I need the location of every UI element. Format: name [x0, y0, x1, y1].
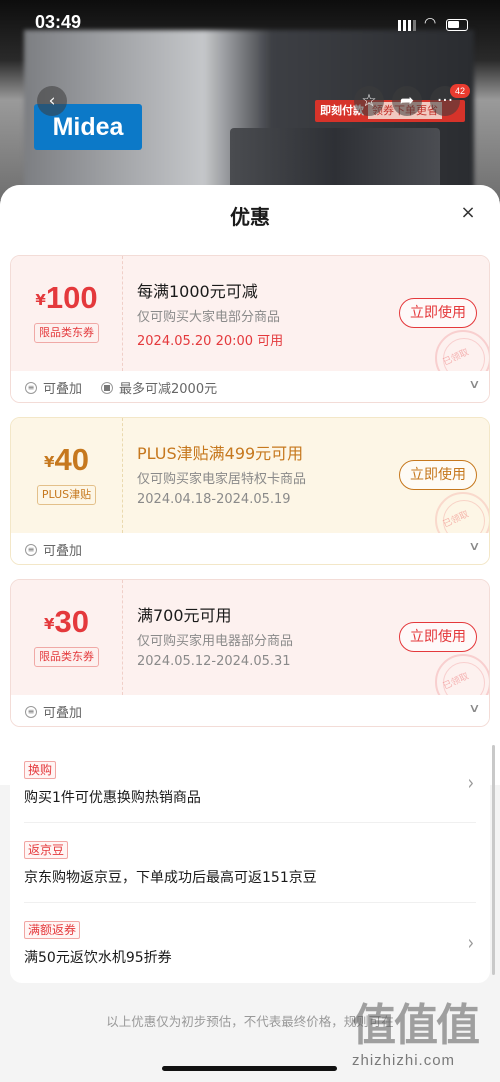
benefit-trade-in[interactable]: 换购 购买1件可优惠换购热销商品 › — [24, 743, 476, 823]
stack-icon: ≡ — [25, 381, 37, 394]
coupon-scope: 仅可购买大家电部分商品 — [137, 310, 281, 325]
feature-stackable: ≡ 可叠加 — [25, 540, 82, 559]
benefit-coupon-return[interactable]: 满额返券 满50元返饮水机95折券 › — [24, 903, 476, 983]
amount-value: 100 — [45, 280, 98, 315]
coupon-card: ¥40 PLUS津贴 PLUS津贴满499元可用 仅可购买家电家居特权卡商品 2… — [10, 417, 490, 565]
chevron-right-icon: › — [467, 770, 474, 795]
favorite-button[interactable]: ☆ — [354, 86, 384, 116]
feature-label: 可叠加 — [43, 544, 83, 559]
feature-label: 可叠加 — [43, 706, 83, 721]
coupon-body: ¥100 限品类东券 每满1000元可减 仅可购买大家电部分商品 2024.05… — [11, 256, 489, 386]
coupon-value: ¥30 限品类东券 — [11, 580, 123, 695]
chevron-right-icon: › — [467, 930, 474, 955]
chevron-down-icon[interactable]: ∨ — [468, 377, 480, 391]
benefit-text: 满50元返饮水机95折券 — [24, 950, 172, 966]
coupon-amount: ¥40 — [11, 442, 122, 478]
use-now-button[interactable]: 立即使用 — [399, 622, 477, 652]
discount-sheet: 优惠 × ¥100 限品类东券 每满1000元可减 仅可购买大家电部分商品 20… — [0, 185, 500, 1082]
stamp-text: 已领取 — [441, 509, 471, 531]
coupon-type-tag: 限品类东券 — [34, 323, 99, 343]
coupon-info: 每满1000元可减 仅可购买大家电部分商品 2024.05.20 20:00 可… — [137, 278, 387, 350]
coupon-condition: 满700元可用 — [137, 606, 232, 625]
amount-value: 40 — [54, 442, 89, 477]
watermark-url: zhizhizhi.com — [352, 1052, 456, 1069]
close-button[interactable]: × — [458, 203, 478, 223]
coupon-features[interactable]: ≡ 可叠加 ∨ — [11, 695, 489, 726]
coupon-features[interactable]: ≡ 可叠加 最多可减2000元 ∨ — [11, 371, 489, 402]
notification-badge: 42 — [450, 84, 470, 98]
benefit-tag: 满额返券 — [24, 921, 81, 939]
watermark-logo: 值值值 — [352, 1000, 480, 1051]
signal-icon — [398, 20, 416, 31]
coupon-card: ¥100 限品类东券 每满1000元可减 仅可购买大家电部分商品 2024.05… — [10, 255, 490, 403]
chevron-down-icon[interactable]: ∨ — [468, 539, 480, 553]
coupon-scope: 仅可购买家电家居特权卡商品 — [137, 472, 307, 487]
coupon-value: ¥100 限品类东券 — [11, 256, 123, 371]
benefit-jingdou: 返京豆 京东购物返京豆，下单成功后最高可返151京豆 — [24, 823, 476, 903]
coupon-info: PLUS津贴满499元可用 仅可购买家电家居特权卡商品 2024.04.18-2… — [137, 440, 387, 512]
use-now-button[interactable]: 立即使用 — [399, 298, 477, 328]
back-icon: ‹ — [48, 91, 56, 111]
status-time: 03:49 — [35, 12, 82, 32]
watermark: 值值值 zhizhizhi.com — [352, 1002, 492, 1078]
benefits-panel: 换购 购买1件可优惠换购热销商品 › 返京豆 京东购物返京豆，下单成功后最高可返… — [10, 743, 490, 983]
feature-max-discount: 最多可减2000元 — [101, 378, 217, 397]
product-page-background: Midea 即刻付款领券下单更省 03:49 ◠ — [0, 0, 500, 200]
feature-stackable: ≡ 可叠加 — [25, 702, 82, 721]
feature-label: 可叠加 — [43, 382, 83, 397]
stack-icon: ≡ — [25, 543, 37, 556]
battery-icon — [446, 19, 468, 31]
coupon-validity: 2024.05.20 20:00 可用 — [137, 334, 284, 349]
share-button[interactable]: ➦ — [392, 86, 422, 116]
benefit-text: 京东购物返京豆，下单成功后最高可返151京豆 — [24, 870, 317, 886]
currency-symbol: ¥ — [35, 291, 46, 309]
coupon-amount: ¥30 — [11, 604, 122, 640]
coupon-list: ¥100 限品类东券 每满1000元可减 仅可购买大家电部分商品 2024.05… — [0, 243, 500, 785]
benefit-tag: 换购 — [24, 761, 57, 779]
benefit-tag: 返京豆 — [24, 841, 69, 859]
limit-icon — [101, 381, 113, 394]
feature-stackable: ≡ 可叠加 — [25, 378, 82, 397]
amount-value: 30 — [54, 604, 89, 639]
coupon-condition: PLUS津贴满499元可用 — [137, 444, 304, 463]
currency-symbol: ¥ — [44, 453, 55, 471]
coupon-type-tag: PLUS津贴 — [36, 485, 97, 505]
sheet-title: 优惠 — [230, 205, 270, 229]
wifi-icon: ◠ — [424, 15, 437, 31]
back-button[interactable]: ‹ — [37, 86, 67, 116]
star-icon: ☆ — [361, 91, 377, 111]
coupon-body: ¥40 PLUS津贴 PLUS津贴满499元可用 仅可购买家电家居特权卡商品 2… — [11, 418, 489, 548]
coupon-body: ¥30 限品类东券 满700元可用 仅可购买家用电器部分商品 2024.05.1… — [11, 580, 489, 710]
home-indicator[interactable] — [162, 1066, 337, 1071]
currency-symbol: ¥ — [44, 615, 55, 633]
stamp-text: 已领取 — [441, 347, 471, 369]
coupon-features[interactable]: ≡ 可叠加 ∨ — [11, 533, 489, 564]
share-icon: ➦ — [399, 91, 415, 111]
coupon-value: ¥40 PLUS津贴 — [11, 418, 123, 533]
coupon-type-tag: 限品类东券 — [34, 647, 99, 667]
coupon-card: ¥30 限品类东券 满700元可用 仅可购买家用电器部分商品 2024.05.1… — [10, 579, 490, 727]
coupon-validity: 2024.05.12-2024.05.31 — [137, 654, 291, 669]
coupon-validity: 2024.04.18-2024.05.19 — [137, 492, 291, 507]
stamp-text: 已领取 — [441, 671, 471, 693]
benefit-text: 购买1件可优惠换购热销商品 — [24, 790, 201, 806]
coupon-amount: ¥100 — [11, 280, 122, 316]
close-icon: × — [460, 202, 476, 223]
stack-icon: ≡ — [25, 705, 37, 718]
feature-label: 最多可减2000元 — [119, 382, 218, 397]
status-icons: ◠ — [398, 15, 470, 32]
coupon-info: 满700元可用 仅可购买家用电器部分商品 2024.05.12-2024.05.… — [137, 602, 387, 674]
scrollbar[interactable] — [492, 745, 495, 975]
coupon-scope: 仅可购买家用电器部分商品 — [137, 634, 294, 649]
use-now-button[interactable]: 立即使用 — [399, 460, 477, 490]
coupon-condition: 每满1000元可减 — [137, 282, 258, 301]
sheet-header: 优惠 × — [0, 185, 500, 243]
chevron-down-icon[interactable]: ∨ — [468, 701, 480, 715]
